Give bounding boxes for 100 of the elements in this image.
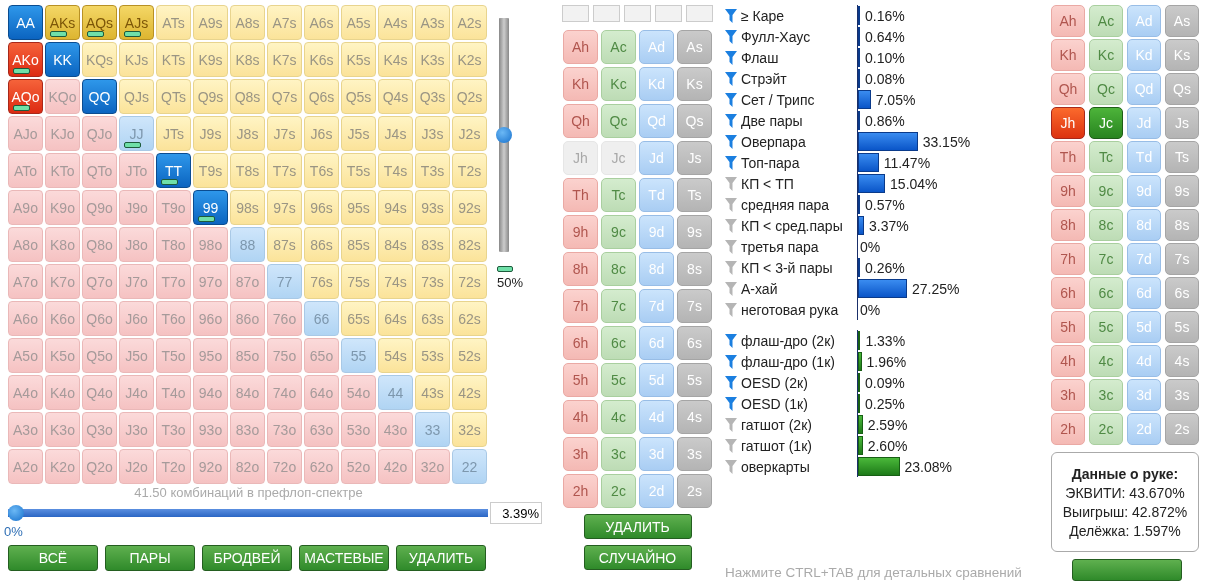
card-button[interactable]: Td <box>639 178 674 212</box>
hand-cell[interactable]: KTs <box>156 42 191 77</box>
hand-cell[interactable]: QJo <box>82 116 117 151</box>
card-button[interactable]: Kh <box>1051 39 1085 71</box>
card-button[interactable]: 8s <box>1165 209 1199 241</box>
hand-cell[interactable]: 63o <box>304 412 339 447</box>
card-button[interactable]: As <box>677 30 712 64</box>
card-button[interactable]: Qd <box>1127 73 1161 105</box>
card-button[interactable]: 9h <box>1051 175 1085 207</box>
hand-cell[interactable]: 93s <box>415 190 450 225</box>
card-button[interactable]: 5d <box>639 363 674 397</box>
hand-cell[interactable]: 95s <box>341 190 376 225</box>
hand-cell[interactable]: 44 <box>378 375 413 410</box>
hand-cell[interactable]: A5o <box>8 338 43 373</box>
hand-cell[interactable]: J7o <box>119 264 154 299</box>
range-button[interactable]: УДАЛИТЬ <box>396 545 486 571</box>
hand-cell[interactable]: A6s <box>304 5 339 40</box>
card-button[interactable]: 6d <box>639 326 674 360</box>
filter-icon[interactable] <box>725 354 737 369</box>
hand-cell[interactable]: Q6s <box>304 79 339 114</box>
hand-cell[interactable]: T8o <box>156 227 191 262</box>
card-button[interactable]: Qs <box>1165 73 1199 105</box>
hand-cell[interactable]: 87s <box>267 227 302 262</box>
hand-cell[interactable]: J5s <box>341 116 376 151</box>
filter-icon[interactable] <box>725 459 737 474</box>
hand-cell[interactable]: KJs <box>119 42 154 77</box>
filter-icon[interactable] <box>725 396 737 411</box>
hand-cell[interactable]: 54s <box>378 338 413 373</box>
hand-cell[interactable]: 74o <box>267 375 302 410</box>
hand-cell[interactable]: Q5s <box>341 79 376 114</box>
card-button[interactable]: 4d <box>1127 345 1161 377</box>
hand-cell[interactable]: T4o <box>156 375 191 410</box>
hand-cell[interactable]: 65o <box>304 338 339 373</box>
hand-cell[interactable]: 55 <box>341 338 376 373</box>
hand-cell[interactable]: Q7o <box>82 264 117 299</box>
card-button[interactable]: Kc <box>601 67 636 101</box>
card-button[interactable]: 6h <box>1051 277 1085 309</box>
filter-icon[interactable] <box>725 417 737 432</box>
hand-cell[interactable]: 42o <box>378 449 413 484</box>
card-button[interactable]: 3c <box>1089 379 1123 411</box>
hand-cell[interactable]: K4o <box>45 375 80 410</box>
hand-cell[interactable]: 83s <box>415 227 450 262</box>
card-button[interactable]: Qh <box>563 104 598 138</box>
card-button[interactable]: 2c <box>601 474 636 508</box>
hand-cell[interactable]: J3o <box>119 412 154 447</box>
hand-cell[interactable]: QJs <box>119 79 154 114</box>
hand-cell[interactable]: J6s <box>304 116 339 151</box>
card-button[interactable]: Tc <box>1089 141 1123 173</box>
hand-cell[interactable]: 88 <box>230 227 265 262</box>
hand-cell[interactable]: 95o <box>193 338 228 373</box>
hand-cell[interactable]: 97s <box>267 190 302 225</box>
card-button[interactable]: 9h <box>563 215 598 249</box>
hand-cell[interactable]: QTo <box>82 153 117 188</box>
hand-cell[interactable]: J2o <box>119 449 154 484</box>
hand-cell[interactable]: 82o <box>230 449 265 484</box>
hand-cell[interactable]: J3s <box>415 116 450 151</box>
filter-icon[interactable] <box>725 260 737 275</box>
hand-cell[interactable]: AQo <box>8 79 43 114</box>
hand-cell[interactable]: AJs <box>119 5 154 40</box>
card-button[interactable]: Js <box>677 141 712 175</box>
card-button[interactable]: Ad <box>639 30 674 64</box>
card-button[interactable]: 9s <box>1165 175 1199 207</box>
hand-cell[interactable]: Q8o <box>82 227 117 262</box>
card-button[interactable]: 7c <box>601 289 636 323</box>
card-button[interactable]: 3s <box>1165 379 1199 411</box>
hand-cell[interactable]: 54o <box>341 375 376 410</box>
hand-cell[interactable]: AJo <box>8 116 43 151</box>
hand-cell[interactable]: 77 <box>267 264 302 299</box>
card-button[interactable]: 2s <box>677 474 712 508</box>
card-button[interactable]: Td <box>1127 141 1161 173</box>
filter-icon[interactable] <box>725 113 737 128</box>
hand-cell[interactable]: J9s <box>193 116 228 151</box>
card-button[interactable]: Th <box>563 178 598 212</box>
hand-cell[interactable]: 53s <box>415 338 450 373</box>
card-button[interactable]: Ks <box>1165 39 1199 71</box>
hand-cell[interactable]: 43s <box>415 375 450 410</box>
card-button[interactable]: 7s <box>677 289 712 323</box>
filter-icon[interactable] <box>725 134 737 149</box>
hand-cell[interactable]: K9o <box>45 190 80 225</box>
hand-cell[interactable]: K2o <box>45 449 80 484</box>
hand-cell[interactable]: 42s <box>452 375 487 410</box>
hand-cell[interactable]: 94o <box>193 375 228 410</box>
percent-field[interactable]: 3.39% <box>490 502 542 524</box>
hand-cell[interactable]: T9o <box>156 190 191 225</box>
card-button[interactable]: 4s <box>677 400 712 434</box>
hand-cell[interactable]: 52s <box>452 338 487 373</box>
hand-cell[interactable]: 52o <box>341 449 376 484</box>
hand-cell[interactable]: 63s <box>415 301 450 336</box>
weight-slider-track[interactable] <box>496 18 512 252</box>
card-button[interactable]: 7c <box>1089 243 1123 275</box>
card-button[interactable]: 7h <box>1051 243 1085 275</box>
hand-cell[interactable]: 85s <box>341 227 376 262</box>
filter-icon[interactable] <box>725 438 737 453</box>
hand-cell[interactable]: KJo <box>45 116 80 151</box>
card-button[interactable]: Jh <box>1051 107 1085 139</box>
card-button[interactable]: Qs <box>677 104 712 138</box>
hand-cell[interactable]: Q4o <box>82 375 117 410</box>
card-button[interactable]: Js <box>1165 107 1199 139</box>
card-button[interactable]: 8c <box>1089 209 1123 241</box>
hand-cell[interactable]: T2s <box>452 153 487 188</box>
